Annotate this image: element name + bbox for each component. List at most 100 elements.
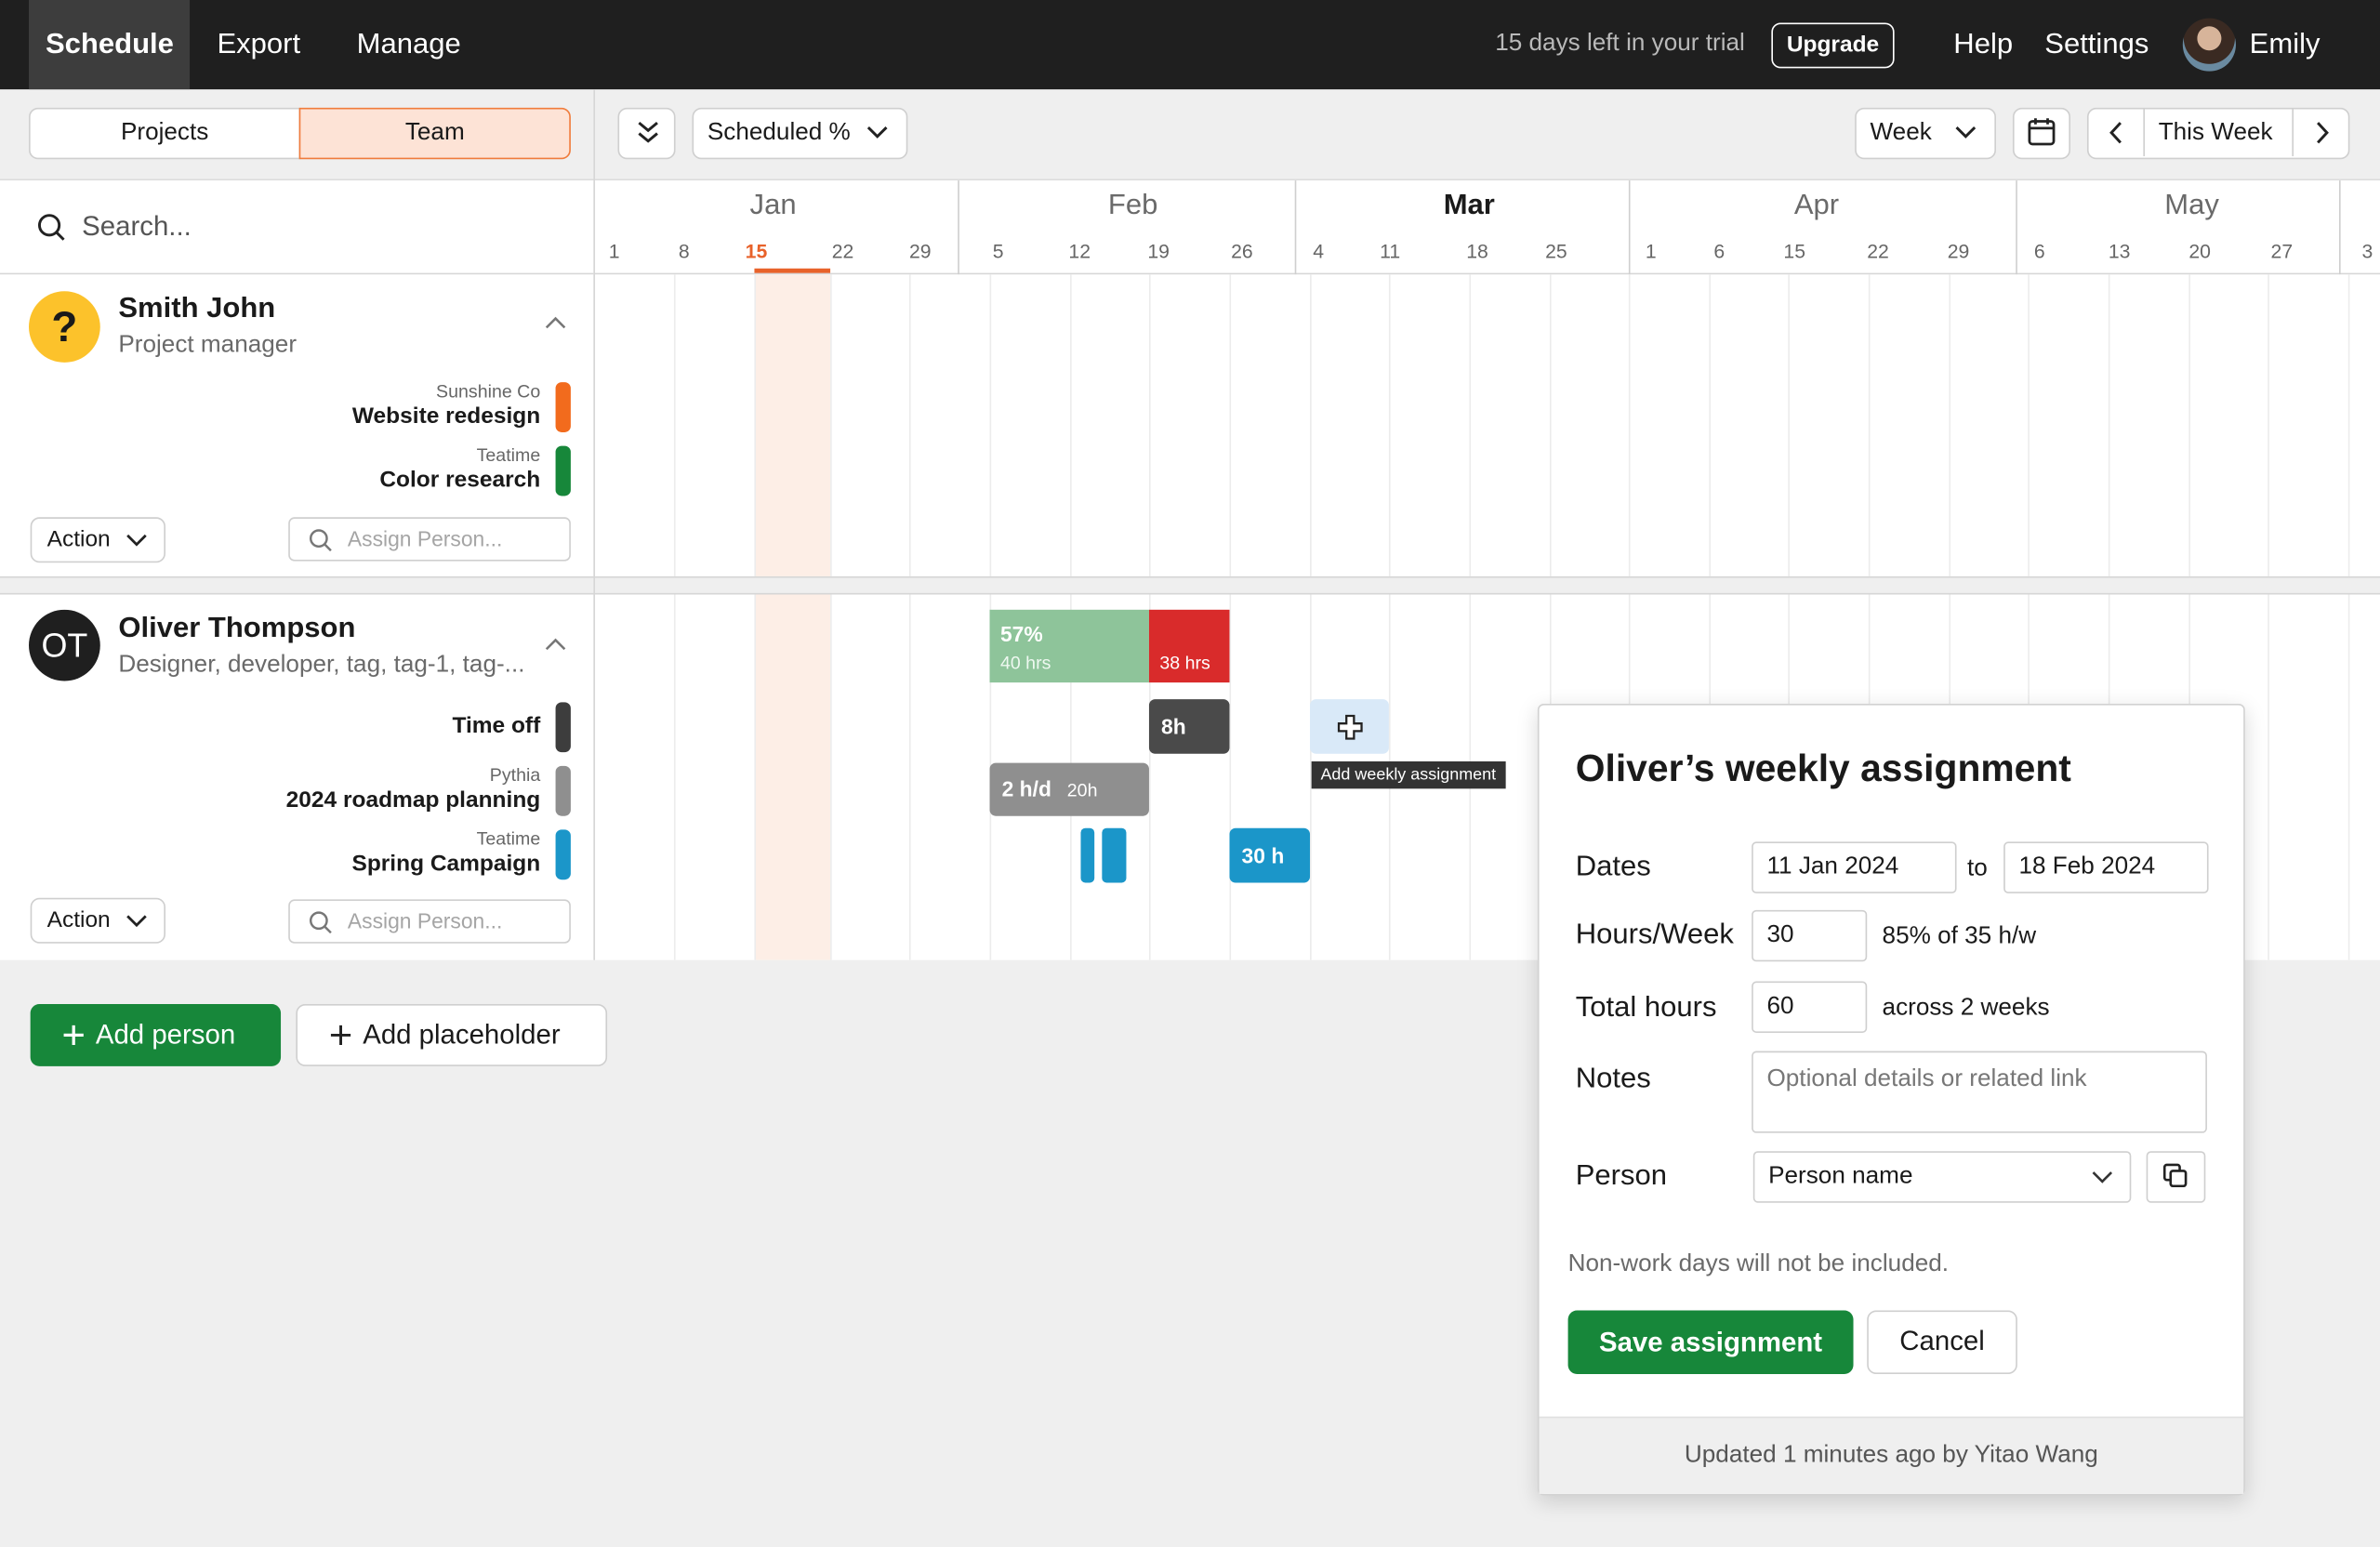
add-weekly-assignment-cell[interactable] xyxy=(1310,699,1389,754)
day-label: 26 xyxy=(1231,239,1253,263)
campaign-segment-bar[interactable] xyxy=(1080,827,1095,883)
day-label: 19 xyxy=(1147,239,1170,263)
chevron-up-icon[interactable] xyxy=(545,312,566,334)
day-label: 6 xyxy=(2033,239,2045,263)
cancel-button[interactable]: Cancel xyxy=(1867,1310,2017,1375)
campaign-segment-bar[interactable] xyxy=(1102,827,1127,883)
timeline-header: Jan Feb Mar Apr May 1 8 15 22 29 5 12 19… xyxy=(595,180,2380,275)
week-gridline xyxy=(2347,274,2350,576)
project-name[interactable]: Website redesign xyxy=(352,403,540,430)
day-label-today: 15 xyxy=(745,239,768,263)
add-placeholder-button[interactable]: Add placeholder xyxy=(296,1003,608,1066)
week-gridline xyxy=(1148,274,1151,576)
add-person-button[interactable]: Add person xyxy=(30,1003,282,1066)
toolbar: Projects Team Scheduled % Week This Week xyxy=(0,89,2380,181)
period-select[interactable]: Week xyxy=(1855,107,1997,160)
add-weekly-assignment-tooltip: Add weekly assignment xyxy=(1311,760,1505,789)
collapse-all-button[interactable] xyxy=(617,107,676,160)
week-gridline xyxy=(1229,594,1232,960)
timeoff-bar[interactable]: 8h xyxy=(1148,699,1230,754)
month-divider xyxy=(2338,180,2341,275)
assign-person-input[interactable]: Assign Person... xyxy=(288,517,571,562)
week-gridline xyxy=(2268,594,2269,960)
action-dropdown[interactable]: Action xyxy=(30,897,165,944)
week-gridline xyxy=(1949,274,1951,576)
day-label: 29 xyxy=(908,239,932,263)
trial-status-text: 15 days left in your trial xyxy=(1495,30,1745,57)
user-name[interactable]: Emily xyxy=(2250,29,2320,62)
people-search[interactable]: Search... xyxy=(0,180,594,275)
user-avatar[interactable] xyxy=(2182,18,2236,72)
previous-week-button[interactable] xyxy=(2089,109,2146,157)
updated-text: Updated 1 minutes ago by Yitao Wang xyxy=(1684,1442,2098,1469)
project-name[interactable]: Color research xyxy=(379,467,540,493)
campaign-assignment-bar[interactable]: 30 h xyxy=(1229,827,1311,883)
week-gridline xyxy=(2268,274,2269,576)
nav-tab-schedule[interactable]: Schedule xyxy=(29,0,191,90)
metric-select-label: Scheduled % xyxy=(707,119,851,146)
roadmap-assignment-bar[interactable]: 2 h/d 20h xyxy=(989,762,1149,816)
person-name[interactable]: Oliver Thompson xyxy=(118,613,355,646)
next-week-button[interactable] xyxy=(2292,109,2347,157)
hours-week-input[interactable]: 30 xyxy=(1752,909,1868,962)
month-label: Jan xyxy=(749,189,797,222)
copy-icon xyxy=(2162,1163,2188,1188)
assign-person-input[interactable]: Assign Person... xyxy=(288,899,571,944)
week-gridline xyxy=(1788,274,1790,576)
search-icon xyxy=(309,911,332,934)
calendar-icon xyxy=(2028,118,2056,146)
day-label: 1 xyxy=(608,239,620,263)
panel-divider xyxy=(593,89,596,960)
month-label: May xyxy=(2164,189,2219,222)
project-client: Sunshine Co xyxy=(436,380,541,403)
chevrons-down-icon xyxy=(638,122,658,143)
person-name[interactable]: Smith John xyxy=(118,293,275,326)
metric-select[interactable]: Scheduled % xyxy=(692,107,908,160)
save-assignment-button[interactable]: Save assignment xyxy=(1567,1310,1854,1375)
month-divider xyxy=(1628,180,1631,275)
utilization-bar[interactable]: 57% 40 hrs xyxy=(989,609,1149,683)
action-dropdown[interactable]: Action xyxy=(30,517,165,563)
project-color-swatch xyxy=(555,702,571,753)
top-navbar: Schedule Export Manage 15 days left in y… xyxy=(0,0,2380,90)
person-label: Person xyxy=(1575,1160,1668,1193)
project-name[interactable]: Time off xyxy=(452,713,540,739)
start-date-input[interactable]: 11 Jan 2024 xyxy=(1752,841,1957,893)
overallocation-bar[interactable]: 38 hrs xyxy=(1148,609,1230,683)
nav-tab-export[interactable]: Export xyxy=(201,0,318,89)
day-label: 11 xyxy=(1380,239,1401,263)
nav-tab-manage[interactable]: Manage xyxy=(340,0,478,89)
week-gridline xyxy=(2347,594,2350,960)
total-hours-input[interactable]: 60 xyxy=(1752,981,1868,1033)
search-placeholder: Search... xyxy=(82,210,192,242)
chevron-left-icon xyxy=(2109,122,2122,144)
month-divider xyxy=(2016,180,2017,275)
chevron-up-icon[interactable] xyxy=(545,634,566,655)
view-toggle-team[interactable]: Team xyxy=(298,107,571,160)
settings-link[interactable]: Settings xyxy=(2044,29,2149,62)
date-picker-button[interactable] xyxy=(2012,107,2071,160)
month-label: Apr xyxy=(1793,189,1840,222)
duplicate-button[interactable] xyxy=(2146,1151,2206,1203)
person-row-oliver-thompson: OT Oliver Thompson Designer, developer, … xyxy=(0,594,594,960)
action-label: Action xyxy=(46,906,111,933)
schedule-grid-row[interactable] xyxy=(595,274,2380,576)
end-date-input[interactable]: 18 Feb 2024 xyxy=(2003,841,2209,893)
person-role: Designer, developer, tag, tag-1, tag-... xyxy=(118,652,525,679)
week-gridline xyxy=(830,594,832,960)
day-label: 22 xyxy=(831,239,854,263)
person-select[interactable]: Person name xyxy=(1752,1151,2132,1203)
project-name[interactable]: Spring Campaign xyxy=(351,851,540,877)
day-label: 12 xyxy=(1068,239,1091,263)
utilization-percent: 57% xyxy=(999,621,1043,646)
project-client: Pythia xyxy=(489,764,541,787)
today-marker xyxy=(754,268,831,273)
this-week-button[interactable]: This Week xyxy=(2159,109,2273,156)
plus-icon xyxy=(330,1025,351,1046)
view-toggle-projects[interactable]: Projects xyxy=(29,107,301,160)
upgrade-button[interactable]: Upgrade xyxy=(1771,22,1895,69)
notes-textarea[interactable]: Optional details or related link xyxy=(1752,1051,2207,1133)
day-label: 22 xyxy=(1867,239,1889,263)
project-name[interactable]: 2024 roadmap planning xyxy=(286,787,541,813)
help-link[interactable]: Help xyxy=(1953,29,2013,62)
